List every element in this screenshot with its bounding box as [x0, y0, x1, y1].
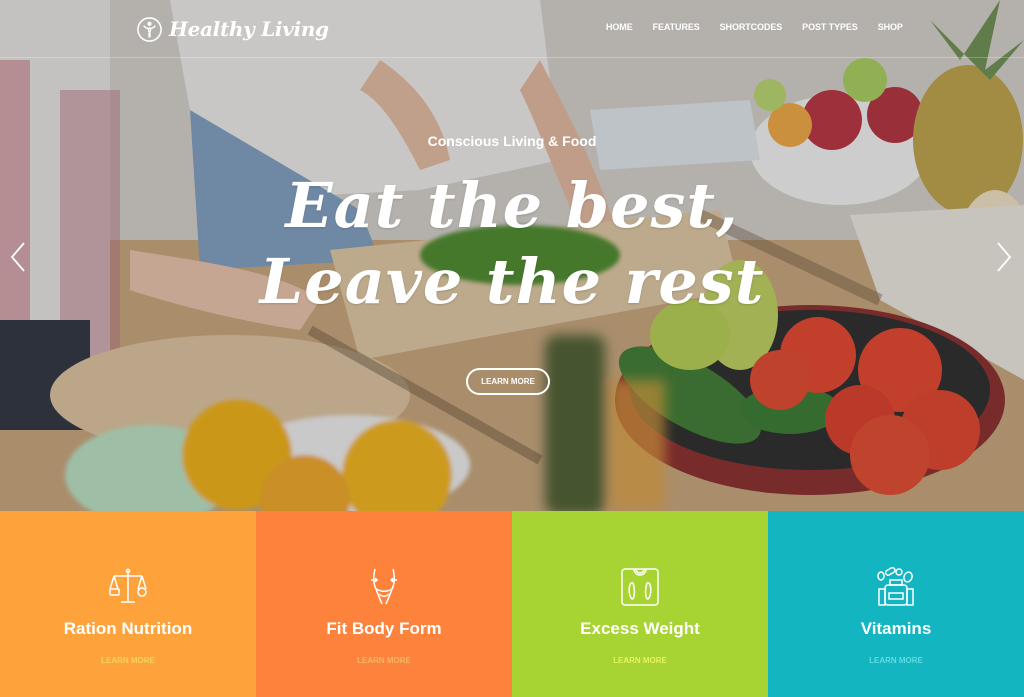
nav-item-post-types[interactable]: POST TYPES — [802, 22, 858, 32]
features-row: Ration Nutrition LEARN MORE Fit Body For… — [0, 511, 1024, 697]
hero-slider: Healthy Living HOME FEATURES SHORTCODES … — [0, 0, 1024, 511]
feature-learn-more-link[interactable]: LEARN MORE — [0, 656, 256, 665]
feature-vitamins: Vitamins LEARN MORE — [768, 511, 1024, 697]
person-in-circle-icon — [137, 16, 162, 42]
chevron-right-icon[interactable] — [994, 240, 1014, 274]
site-logo[interactable]: Healthy Living — [136, 14, 329, 44]
body-waist-icon — [371, 568, 397, 605]
main-nav: HOME FEATURES SHORTCODES POST TYPES SHOP — [606, 22, 903, 32]
hero-headline: Eat the best, Leave the rest — [0, 168, 1024, 320]
site-logo-text: Healthy Living — [169, 17, 329, 41]
feature-excess-weight: Excess Weight LEARN MORE — [512, 511, 768, 697]
weight-scale-icon — [621, 568, 659, 606]
hero-kicker: Conscious Living & Food — [427, 133, 597, 149]
header-divider — [0, 57, 1024, 58]
nav-item-features[interactable]: FEATURES — [653, 22, 700, 32]
nav-item-home[interactable]: HOME — [606, 22, 633, 32]
feature-title: Ration Nutrition — [63, 619, 193, 638]
nav-item-shortcodes[interactable]: SHORTCODES — [720, 22, 783, 32]
hero-learn-more-button[interactable]: LEARN MORE — [466, 368, 550, 395]
feature-learn-more-link[interactable]: LEARN MORE — [768, 656, 1024, 665]
feature-ration-nutrition: Ration Nutrition LEARN MORE — [0, 511, 256, 697]
feature-learn-more-link[interactable]: LEARN MORE — [256, 656, 512, 665]
hero-headline-line-1: Eat the best, — [285, 169, 739, 242]
vitamins-bottle-icon — [877, 567, 914, 606]
site-header: Healthy Living HOME FEATURES SHORTCODES … — [0, 0, 1024, 58]
feature-fit-body-form: Fit Body Form LEARN MORE — [256, 511, 512, 697]
chevron-left-icon[interactable] — [8, 240, 28, 274]
hero-headline-line-2: Leave the rest — [259, 245, 765, 318]
balance-scale-icon — [109, 568, 147, 603]
feature-title: Vitamins — [860, 619, 932, 638]
feature-title: Excess Weight — [580, 619, 700, 638]
feature-learn-more-link[interactable]: LEARN MORE — [512, 656, 768, 665]
nav-item-shop[interactable]: SHOP — [878, 22, 903, 32]
feature-title: Fit Body Form — [326, 619, 442, 638]
